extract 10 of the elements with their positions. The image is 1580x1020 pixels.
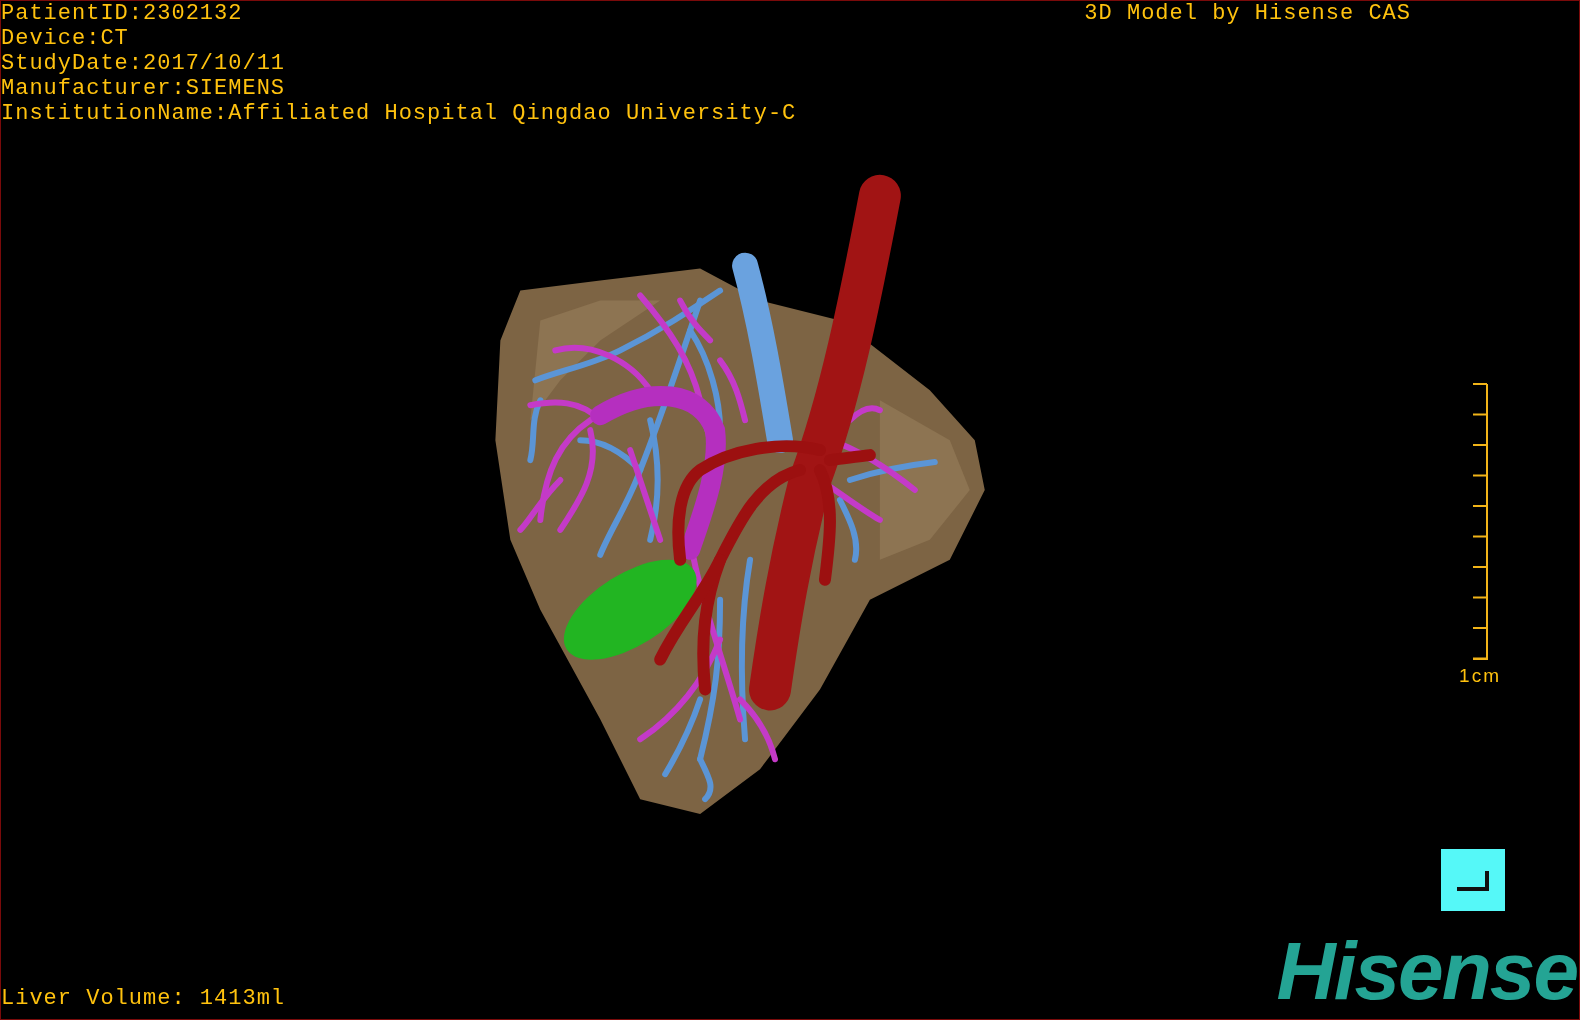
study-info-line: Device:CT [1, 26, 130, 51]
liver-volume-label: Liver Volume: 1413ml [1, 986, 286, 1011]
viewer-title: 3D Model by Hisense CAS [1084, 1, 1412, 28]
study-info-line: PatientID:2302132 [1, 1, 244, 26]
brand-logo: Hisense [1276, 931, 1577, 1011]
study-info-line: InstitutionName:Affiliated Hospital Qingdao University-C [1, 101, 797, 126]
study-info-line: StudyDate:2017/10/11 [1, 51, 287, 76]
scale-label: 1cm [1459, 665, 1501, 687]
corner-button[interactable] [1441, 849, 1505, 911]
study-info-line: Manufacturer:SIEMENS [1, 76, 287, 101]
